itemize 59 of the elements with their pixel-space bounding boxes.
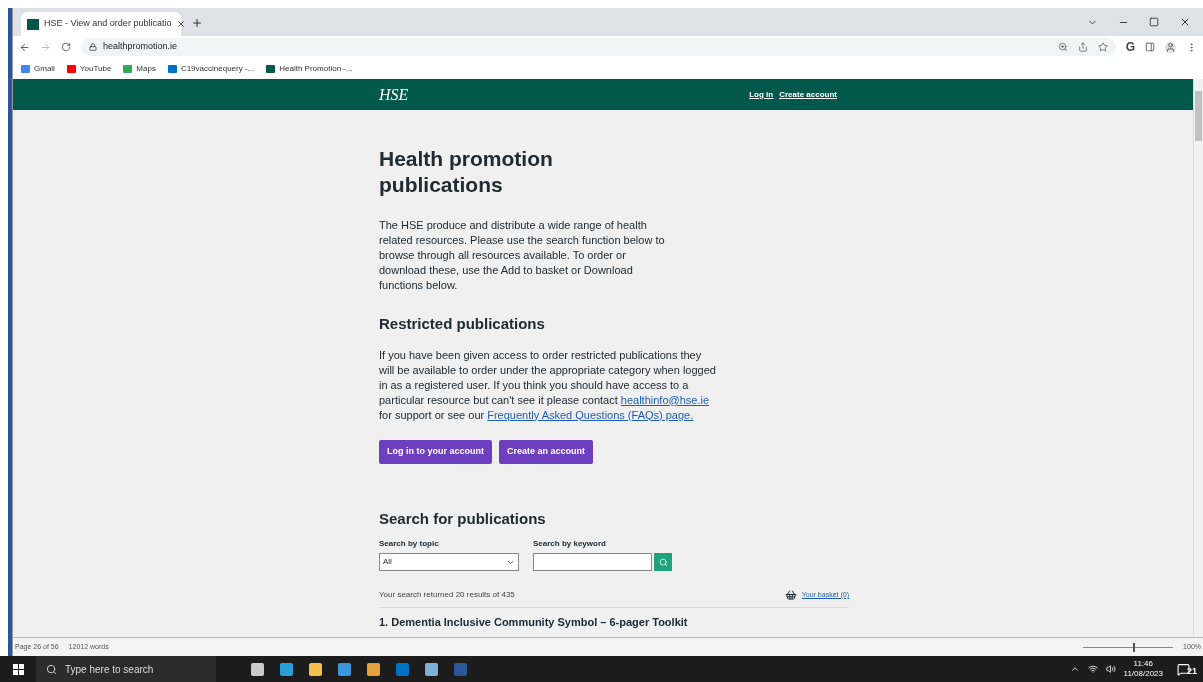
section-heading: Search for publications <box>379 508 547 529</box>
address-bar[interactable]: healthpromotion.ie <box>81 38 1116 56</box>
bookmark-link[interactable]: Health Promotion -... <box>266 62 353 75</box>
lock-icon <box>89 43 97 51</box>
browser-tab[interactable]: HSE - View and order publicatio <box>21 12 181 36</box>
keyword-input[interactable] <box>533 553 652 571</box>
site-favicon-icon <box>27 18 39 30</box>
side-panel-icon[interactable] <box>1145 42 1155 52</box>
zoom-slider-thumb[interactable] <box>1132 642 1135 652</box>
taskbar-search-field[interactable]: Type here to search <box>36 656 216 682</box>
volume-icon[interactable] <box>1105 664 1116 674</box>
taskbar-app-icon[interactable] <box>367 662 380 676</box>
field-label: Search by topic <box>379 538 440 550</box>
account-button[interactable]: Log in to your account <box>379 439 492 464</box>
account-button[interactable]: Create an account <box>499 439 594 464</box>
bookmark-link[interactable]: YouTube <box>66 62 112 75</box>
profile-icon[interactable] <box>1165 41 1176 53</box>
bookmark-favicon-icon <box>21 64 30 73</box>
section-heading: Restricted publications <box>379 314 546 334</box>
bookmark-favicon-icon <box>266 64 276 73</box>
hse-logo[interactable]: HSE <box>379 82 409 107</box>
close-icon[interactable] <box>176 19 187 29</box>
topic-select[interactable]: All <box>379 553 519 571</box>
taskbar-app-icon[interactable] <box>338 662 351 676</box>
restricted-paragraph: If you have been given access to order restricted publications they will be available to order under the appropriate category when logged in as a registered user. If you think you should have access to a particular resource but can't see it please contact healthinfo@hse.ie for support or see our Frequently Asked Questions (FAQs) page. <box>379 347 717 423</box>
back-icon[interactable] <box>19 41 30 53</box>
reload-icon[interactable] <box>61 42 71 52</box>
share-icon[interactable] <box>1077 42 1088 52</box>
bookmark-link[interactable]: Gmail <box>21 62 55 75</box>
page-title: Health promotion publications <box>379 146 554 198</box>
taskbar-app-icon[interactable] <box>280 662 293 676</box>
extension-g-icon[interactable]: G <box>1125 38 1135 56</box>
scrollbar[interactable] <box>1193 79 1203 637</box>
bookmark-link[interactable]: Maps <box>123 62 156 75</box>
bookmark-favicon-icon <box>66 64 76 73</box>
faq-link[interactable]: Frequently Asked Questions (FAQs) page. <box>487 408 694 421</box>
taskbar-app-icon[interactable] <box>251 662 264 676</box>
bookmark-favicon-icon <box>123 64 133 73</box>
email-link[interactable]: healthinfo@hse.ie <box>620 393 710 406</box>
close-icon[interactable] <box>1179 16 1191 28</box>
bookmark-link[interactable]: C19vaccinequery -... <box>167 62 255 75</box>
field-label: Search by keyword <box>533 538 607 550</box>
new-tab-icon[interactable] <box>191 17 203 29</box>
clock[interactable]: 11:46 11/08/2023 <box>1123 659 1163 679</box>
bookmark-favicon-icon <box>167 64 177 73</box>
header-link[interactable]: Create account <box>779 88 837 101</box>
maximize-icon[interactable] <box>1149 17 1159 27</box>
taskbar-app-icon[interactable] <box>425 662 438 676</box>
search-icon <box>46 663 57 675</box>
star-icon[interactable] <box>1097 42 1108 52</box>
taskbar-app-icon[interactable] <box>309 662 322 676</box>
search-icon <box>658 557 668 567</box>
intro-paragraph: The HSE produce and distribute a wide range of health related resources. Please use the search function below to browse through all resources available. To order or download these, use the Add to basket or Download functions below. <box>379 218 666 293</box>
basket-icon <box>784 589 797 601</box>
network-icon[interactable] <box>1087 664 1098 674</box>
results-count: Your search returned 20 results of 435 <box>379 589 515 601</box>
zoom-icon[interactable] <box>1057 42 1068 52</box>
header-link[interactable]: Log in <box>749 88 774 101</box>
result-title[interactable]: 1. Dementia Inclusive Community Symbol – 6-pager Toolkit <box>379 614 835 631</box>
